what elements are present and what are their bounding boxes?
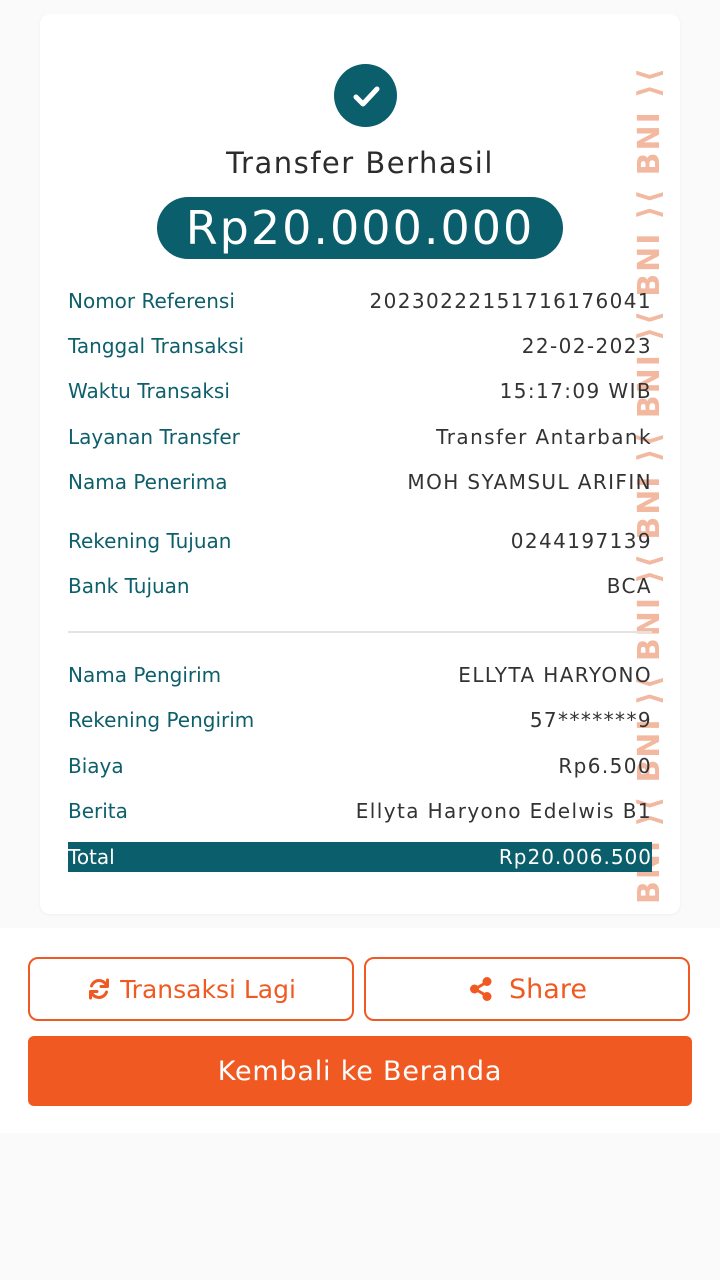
receipt-card: BNI ⟩⟨ BNI ⟩⟨ BNI ⟩⟨ BNI ⟩⟨ BNI ⟩⟨ BNI ⟩…	[40, 14, 680, 914]
detail-label: Rekening Tujuan	[68, 529, 232, 553]
detail-label: Nomor Referensi	[68, 289, 235, 313]
sender-row: Biaya Rp6.500	[68, 751, 652, 781]
sender-label: Rekening Pengirim	[68, 708, 255, 732]
detail-value: BCA	[606, 574, 652, 598]
sender-label: Biaya	[68, 754, 124, 778]
share-label: Share	[509, 973, 587, 1005]
repeat-transaction-button[interactable]: Transaksi Lagi	[28, 957, 354, 1021]
transfer-receipt-screen: BNI ⟩⟨ BNI ⟩⟨ BNI ⟩⟨ BNI ⟩⟨ BNI ⟩⟨ BNI ⟩…	[0, 0, 720, 1280]
detail-label: Nama Penerima	[68, 470, 228, 494]
sender-value: Rp6.500	[558, 754, 652, 778]
sender-value: 57*******9	[529, 708, 652, 732]
detail-row: Nomor Referensi 20230222151716176041	[68, 286, 652, 316]
share-icon	[467, 975, 495, 1003]
sender-row: Berita Ellyta Haryono Edelwis B1	[68, 796, 652, 826]
detail-row: Rekening Tujuan 0244197139	[68, 526, 652, 556]
detail-row: Tanggal Transaksi 22-02-2023	[68, 331, 652, 361]
repeat-transaction-label: Transaksi Lagi	[120, 974, 296, 1004]
check-icon	[334, 64, 397, 127]
detail-row: Layanan Transfer Transfer Antarbank	[68, 422, 652, 452]
sender-row: Rekening Pengirim 57*******9	[68, 705, 652, 735]
detail-label: Layanan Transfer	[68, 425, 240, 449]
detail-value: 20230222151716176041	[369, 289, 652, 313]
sender-row: Nama Pengirim ELLYTA HARYONO	[68, 660, 652, 690]
transfer-amount: Rp20.000.000	[157, 197, 563, 259]
status-title: Transfer Berhasil	[226, 146, 494, 180]
detail-value: 15:17:09 WIB	[499, 379, 652, 403]
sender-value: Ellyta Haryono Edelwis B1	[355, 799, 652, 823]
detail-row: Nama Penerima MOH SYAMSUL ARIFIN	[68, 467, 652, 497]
detail-row: Bank Tujuan BCA	[68, 571, 652, 601]
detail-value: MOH SYAMSUL ARIFIN	[407, 470, 652, 494]
total-label: Total	[68, 845, 115, 869]
section-divider	[68, 631, 652, 633]
sender-label: Nama Pengirim	[68, 663, 222, 687]
detail-row: Waktu Transaksi 15:17:09 WIB	[68, 376, 652, 406]
detail-label: Waktu Transaksi	[68, 379, 230, 403]
sender-label: Berita	[68, 799, 128, 823]
sender-value: ELLYTA HARYONO	[458, 663, 652, 687]
back-to-home-button[interactable]: Kembali ke Beranda	[28, 1036, 692, 1106]
detail-label: Bank Tujuan	[68, 574, 190, 598]
back-to-home-label: Kembali ke Beranda	[217, 1055, 503, 1087]
total-value: Rp20.006.500	[498, 845, 652, 869]
refresh-icon	[86, 976, 112, 1002]
detail-value: Transfer Antarbank	[436, 425, 652, 449]
total-row: Total Rp20.006.500	[68, 842, 652, 872]
share-button[interactable]: Share	[364, 957, 690, 1021]
detail-label: Tanggal Transaksi	[68, 334, 245, 358]
detail-value: 0244197139	[510, 529, 652, 553]
detail-value: 22-02-2023	[521, 334, 652, 358]
